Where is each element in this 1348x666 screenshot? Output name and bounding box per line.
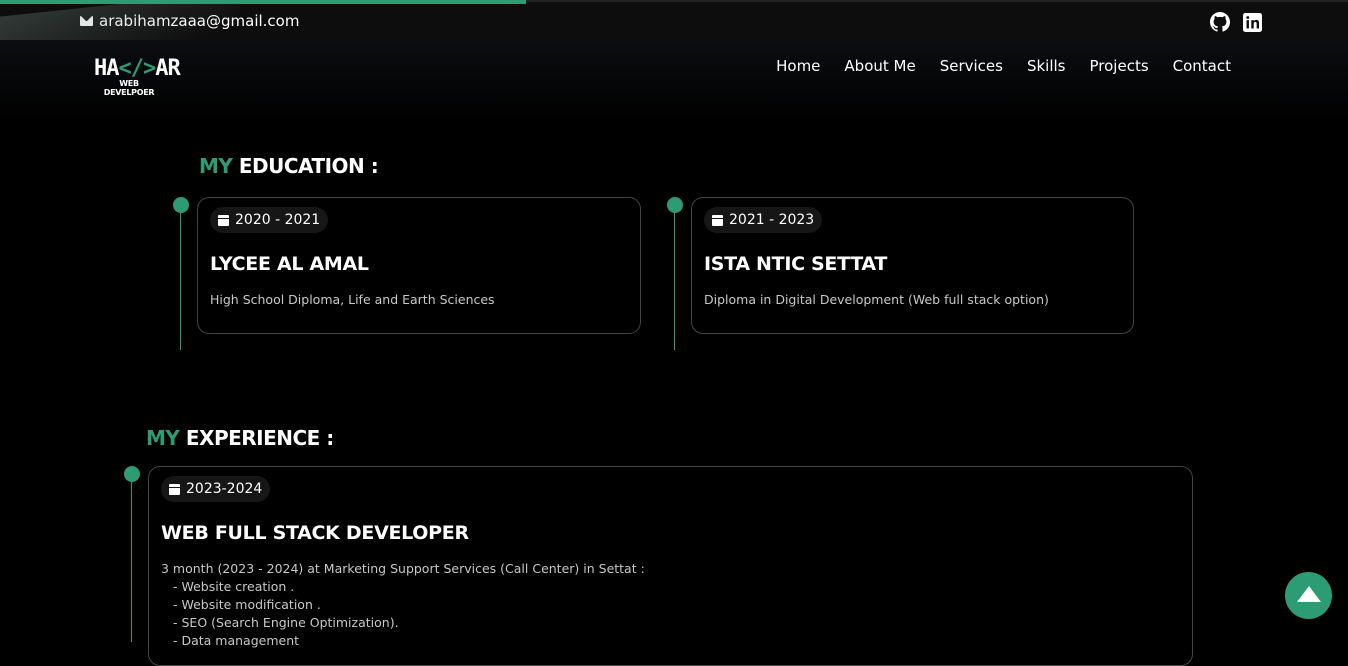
timeline-dot (667, 197, 683, 213)
education-title: ISTA NTIC SETTAT (704, 253, 887, 275)
timeline-dot (173, 197, 189, 213)
github-icon[interactable] (1210, 12, 1230, 32)
nav-about-me[interactable]: About Me (844, 57, 915, 75)
nav-home[interactable]: Home (776, 57, 820, 75)
nav-projects[interactable]: Projects (1090, 57, 1149, 75)
calendar-icon (169, 483, 180, 495)
education-title: LYCEE AL AMAL (210, 253, 369, 275)
arrow-up-icon (1296, 585, 1321, 602)
social-links (1210, 12, 1262, 32)
experience-heading: MY EXPERIENCE : (146, 426, 334, 450)
main-nav: Home About Me Services Skills Projects C… (776, 57, 1231, 75)
education-card: 2021 - 2023 ISTA NTIC SETTAT Diploma in … (691, 197, 1134, 334)
date-badge: 2021 - 2023 (704, 207, 823, 233)
site-logo[interactable]: HA</>AR WEB DEVELPOER (94, 56, 181, 97)
task-item: - Website modification . (173, 597, 321, 612)
experience-description: 3 month (2023 - 2024) at Marketing Suppo… (161, 561, 645, 648)
timeline-line (180, 205, 181, 350)
timeline-dot (124, 466, 140, 482)
task-item: - Website creation . (173, 579, 295, 594)
navbar: HA</>AR WEB DEVELPOER Home About Me Serv… (0, 40, 1348, 122)
timeline-line (674, 205, 675, 350)
task-item: - Data management (173, 633, 300, 648)
calendar-icon (712, 214, 723, 226)
education-description: Diploma in Digital Development (Web full… (704, 292, 1049, 307)
scroll-progress-bar (0, 0, 526, 4)
education-description: High School Diploma, Life and Earth Scie… (210, 292, 495, 307)
education-heading: MY EDUCATION : (199, 154, 379, 178)
date-badge: 2020 - 2021 (210, 207, 329, 233)
nav-contact[interactable]: Contact (1173, 57, 1231, 75)
experience-title: WEB FULL STACK DEVELOPER (161, 522, 469, 544)
scroll-to-top-button[interactable] (1285, 572, 1332, 619)
date-badge: 2023-2024 (161, 476, 271, 502)
education-card: 2020 - 2021 LYCEE AL AMAL High School Di… (197, 197, 641, 334)
timeline-line (131, 474, 132, 642)
task-item: - SEO (Search Engine Optimization). (173, 615, 399, 630)
experience-card: 2023-2024 WEB FULL STACK DEVELOPER 3 mon… (148, 466, 1193, 666)
linkedin-icon[interactable] (1242, 12, 1262, 32)
nav-services[interactable]: Services (940, 57, 1003, 75)
calendar-icon (218, 214, 229, 226)
nav-skills[interactable]: Skills (1027, 57, 1066, 75)
